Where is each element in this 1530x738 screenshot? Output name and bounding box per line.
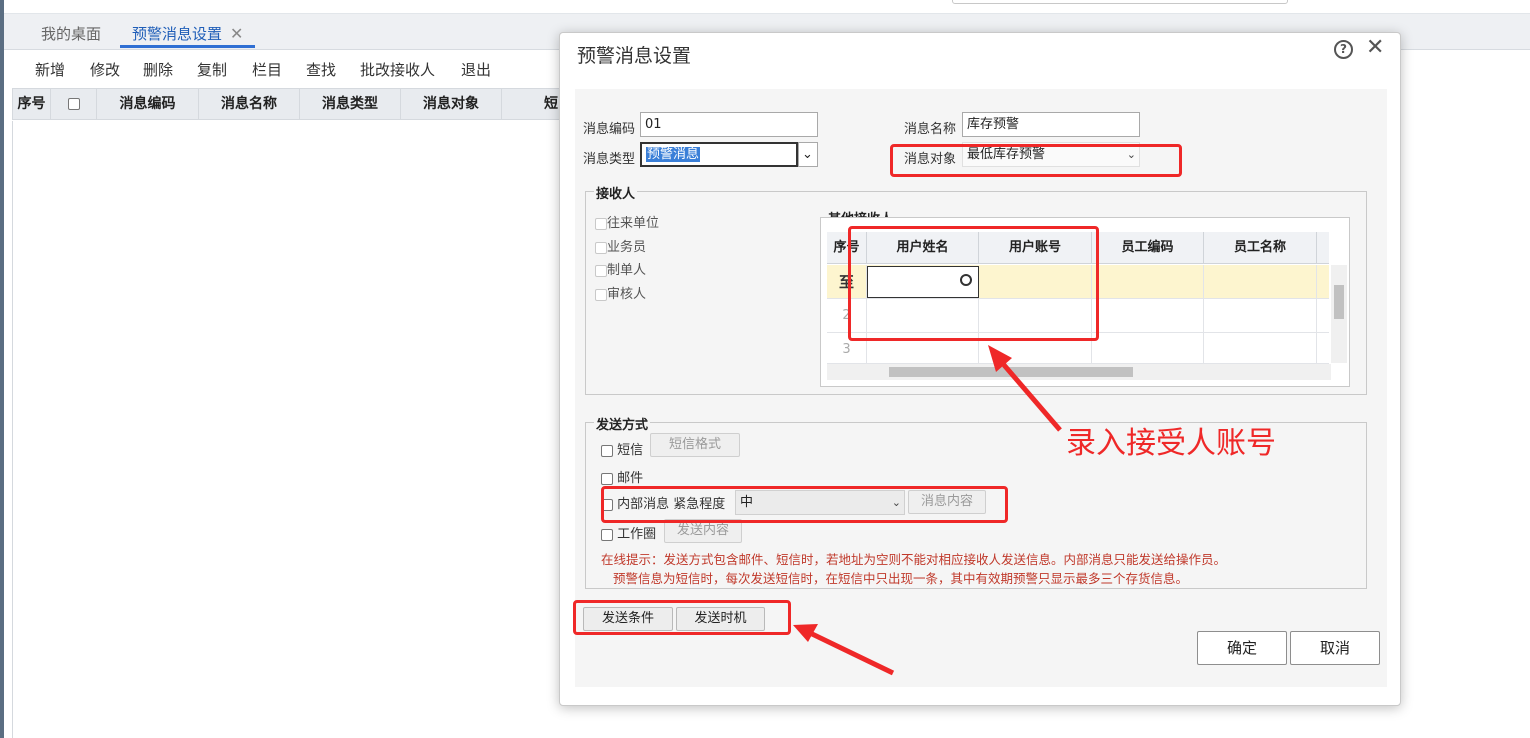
arrow-to-account-column bbox=[988, 345, 1062, 432]
arrow-line bbox=[806, 629, 895, 676]
arrow-to-send-buttons bbox=[793, 624, 895, 676]
arrow-line bbox=[996, 356, 1062, 432]
annotation-text: 录入接受人账号 bbox=[1066, 426, 1276, 461]
annotation-arrows bbox=[793, 345, 1062, 676]
app-window: 我的桌面 预警消息设置 ✕ 新增 修改 删除 复制 栏目 查找 批改接收人 退出 … bbox=[0, 0, 1530, 738]
